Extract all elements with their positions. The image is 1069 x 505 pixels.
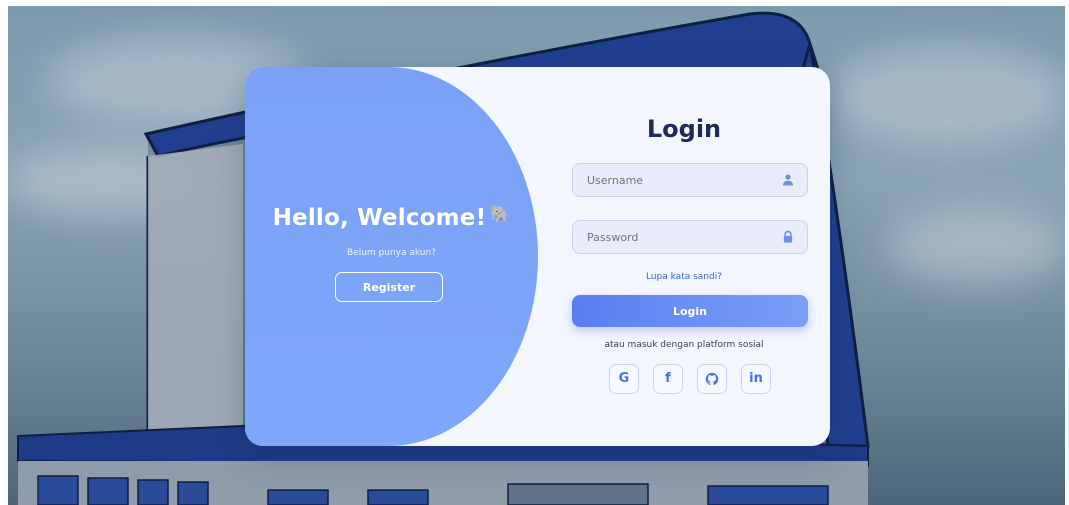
google-login-button[interactable]: G (609, 364, 639, 394)
social-login-buttons: G f in (609, 364, 773, 396)
github-login-button[interactable] (697, 364, 727, 394)
google-icon: G (618, 371, 630, 386)
welcome-panel: Hello, Welcome! 🐘 Belum punya akun? Regis… (245, 67, 538, 446)
username-field[interactable] (572, 163, 808, 197)
password-field[interactable] (572, 220, 808, 254)
login-card: Hello, Welcome! 🐘 Belum punya akun? Regis… (245, 67, 830, 446)
user-icon (783, 174, 793, 186)
lock-icon (783, 230, 793, 243)
facebook-login-button[interactable]: f (653, 364, 683, 394)
github-icon (705, 372, 719, 385)
password-input[interactable] (573, 221, 773, 253)
login-panel: Login Lupa kata sandi? Login atau masuk … (538, 67, 830, 446)
forgot-password-link[interactable]: Lupa kata sandi? (538, 272, 830, 282)
page-title: Login (646, 115, 722, 143)
social-login-text: atau masuk dengan platform sosial (604, 340, 764, 350)
username-input[interactable] (573, 164, 773, 196)
elephant-icon: 🐘 (490, 204, 511, 223)
welcome-heading: Hello, Welcome! 🐘 (245, 204, 538, 231)
facebook-icon: f (665, 371, 671, 386)
background-scene: Hello, Welcome! 🐘 Belum punya akun? Regis… (8, 6, 1065, 505)
login-button[interactable]: Login (572, 295, 808, 327)
linkedin-login-button[interactable]: in (741, 364, 771, 394)
linkedin-icon: in (749, 371, 763, 386)
welcome-heading-text: Hello, Welcome! (272, 205, 487, 231)
no-account-text: Belum punya akun? (346, 248, 436, 258)
register-button[interactable]: Register (335, 272, 443, 302)
